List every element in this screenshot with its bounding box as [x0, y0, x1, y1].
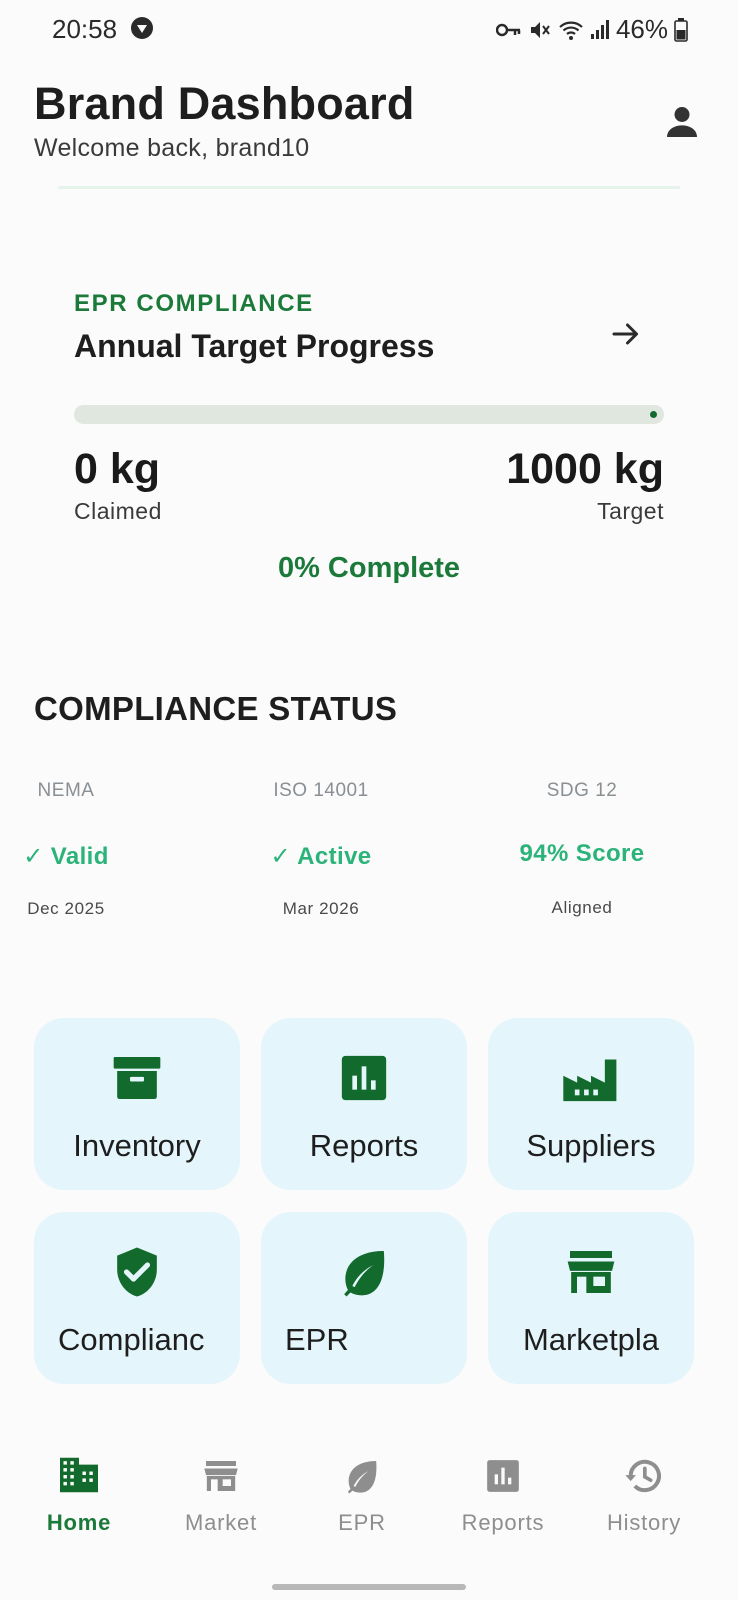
status-bar: 20:58 46%: [0, 0, 738, 58]
nav-history[interactable]: History: [572, 1430, 716, 1540]
epr-eyebrow: EPR COMPLIANCE: [74, 290, 314, 317]
tile-label: EPR: [285, 1322, 349, 1357]
claimed-value: 0 kg: [74, 445, 161, 493]
tile-label: Complianc: [58, 1322, 205, 1357]
compliance-item-iso: ISO 14001 ✓ Active Mar 2026: [231, 780, 411, 919]
status-icons: 46%: [495, 14, 688, 45]
epr-progress-bar: [74, 405, 664, 424]
compliance-name: SDG 12: [546, 780, 618, 801]
status-time: 20:58: [52, 14, 118, 44]
epr-card-title: Annual Target Progress: [74, 328, 435, 364]
signal-icon: [590, 19, 610, 41]
claimed-stat: 0 kg Claimed: [74, 445, 162, 525]
target-value: 1000 kg: [506, 445, 664, 493]
bar-chart-icon: [261, 1050, 467, 1106]
profile-button[interactable]: [662, 102, 702, 142]
tile-suppliers[interactable]: Suppliers: [488, 1018, 694, 1190]
nav-label: EPR: [338, 1510, 386, 1535]
person-icon: [662, 107, 702, 146]
header-divider: [58, 186, 680, 189]
mute-icon: [528, 18, 552, 42]
history-icon: [572, 1456, 716, 1496]
welcome-text: Welcome back, brand10: [34, 134, 310, 162]
shield-check-icon: [34, 1244, 240, 1300]
gesture-home-indicator[interactable]: [272, 1584, 466, 1590]
compliance-section-title: COMPLIANCE STATUS: [34, 690, 398, 727]
arrow-right-icon[interactable]: [608, 316, 644, 352]
claimed-label: Claimed: [74, 498, 162, 524]
compliance-item-sdg: SDG 12 94% Score Aligned: [492, 780, 672, 918]
app-shield-icon: [130, 16, 154, 40]
compliance-value: ✓ Active: [270, 843, 372, 870]
tile-marketplace[interactable]: Marketpla: [488, 1212, 694, 1384]
nav-label: Reports: [461, 1510, 545, 1535]
page-title: Brand Dashboard: [34, 78, 415, 129]
vpn-key-icon: [495, 22, 522, 38]
tile-inventory[interactable]: Inventory: [34, 1018, 240, 1190]
battery-percent: 46%: [615, 14, 668, 44]
factory-icon: [488, 1050, 694, 1106]
tile-reports[interactable]: Reports: [261, 1018, 467, 1190]
target-stat: 1000 kg Target: [506, 445, 664, 525]
nav-market[interactable]: Market: [149, 1430, 293, 1540]
compliance-date: Dec 2025: [27, 899, 105, 918]
wifi-icon: [558, 19, 584, 41]
tile-label: Reports: [309, 1128, 419, 1163]
tile-label: Marketpla: [522, 1322, 660, 1357]
nav-reports[interactable]: Reports: [431, 1430, 575, 1540]
bottom-navigation: Home Market EPR Reports History: [0, 1430, 738, 1550]
compliance-date: Mar 2026: [282, 899, 360, 918]
compliance-name: NEMA: [37, 780, 95, 801]
nav-home[interactable]: Home: [7, 1430, 151, 1540]
nav-label: History: [606, 1510, 682, 1535]
compliance-value: 94% Score: [519, 840, 645, 867]
nav-label: Home: [46, 1510, 112, 1535]
target-label: Target: [597, 498, 664, 524]
completion-percent: 0% Complete: [277, 552, 461, 584]
leaf-icon: [290, 1456, 434, 1496]
compliance-status: Aligned: [551, 898, 613, 917]
epr-progress-card[interactable]: EPR COMPLIANCE Annual Target Progress 0 …: [74, 290, 664, 590]
tile-compliance[interactable]: Complianc: [34, 1212, 240, 1384]
tile-label: Inventory: [73, 1128, 201, 1163]
building-icon: [7, 1456, 151, 1494]
storefront-icon: [488, 1244, 694, 1300]
tile-label: Suppliers: [526, 1128, 656, 1163]
leaf-icon: [261, 1244, 467, 1300]
compliance-item-nema: NEMA ✓ Valid Dec 2025: [0, 780, 156, 919]
bar-chart-icon: [431, 1456, 575, 1496]
compliance-name: ISO 14001: [273, 780, 369, 801]
battery-icon: [674, 17, 688, 42]
compliance-value: ✓ Valid: [23, 843, 109, 870]
nav-epr[interactable]: EPR: [290, 1430, 434, 1540]
compliance-status-row: NEMA ✓ Valid Dec 2025 ISO 14001 ✓ Active…: [0, 780, 738, 940]
progress-indicator: [650, 411, 657, 418]
tile-epr[interactable]: EPR: [261, 1212, 467, 1384]
nav-label: Market: [184, 1510, 258, 1535]
header: Brand Dashboard Welcome back, brand10: [34, 78, 704, 178]
archive-box-icon: [34, 1050, 240, 1106]
storefront-icon: [149, 1456, 293, 1496]
